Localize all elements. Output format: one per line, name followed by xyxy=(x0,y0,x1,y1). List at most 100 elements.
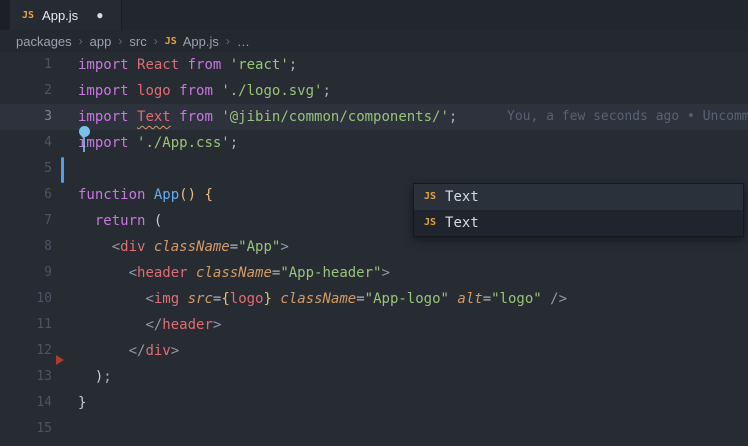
code-editor: 1 import React from 'react'; 2 import logo … xyxy=(0,52,748,446)
token-ang: < xyxy=(128,265,138,281)
javascript-file-icon: JS xyxy=(164,35,177,47)
token-pun xyxy=(78,291,145,307)
code-line[interactable]: 10 <img src={logo} className="App-logo" … xyxy=(0,286,748,312)
line-number[interactable]: 11 xyxy=(0,312,52,338)
line-number[interactable]: 2 xyxy=(0,78,52,104)
unsaved-changes-dot-icon[interactable]: ● xyxy=(96,8,103,22)
breadcrumb-item-appjs[interactable]: App.js xyxy=(183,34,219,49)
code-line[interactable]: 15 xyxy=(0,416,748,442)
tab-appjs[interactable]: JS App.js ● xyxy=(10,0,122,30)
breadcrumb-item-src[interactable]: src xyxy=(129,34,146,49)
suggest-item-text[interactable]: JS Text xyxy=(414,210,743,236)
chevron-right-icon: › xyxy=(78,34,83,48)
breadcrumb-item-packages[interactable]: packages xyxy=(16,34,72,49)
code-line[interactable]: 3 import Text from '@jibin/common/compone… xyxy=(0,104,748,130)
token-attr: className xyxy=(196,265,272,281)
breadcrumb-item-[interactable]: … xyxy=(237,34,250,49)
token-kw: from xyxy=(179,83,222,99)
code-line[interactable]: 9 <header className="App-header"> xyxy=(0,260,748,286)
code-line[interactable]: 13 ); xyxy=(0,364,748,390)
line-number[interactable]: 15 xyxy=(0,416,52,442)
token-ang: /> xyxy=(550,291,567,307)
line-number[interactable]: 1 xyxy=(0,52,52,78)
code-text: import logo from './logo.svg'; xyxy=(52,78,331,104)
text-cursor xyxy=(61,157,64,183)
code-line[interactable]: 4 import './App.css'; xyxy=(0,130,748,156)
chevron-right-icon: › xyxy=(153,34,158,48)
token-pun: ; xyxy=(229,135,239,151)
line-number[interactable]: 3 xyxy=(0,104,52,130)
token-warn: Text xyxy=(137,109,171,125)
token-pun xyxy=(78,213,95,229)
token-str: './logo.svg' xyxy=(221,83,323,99)
line-number[interactable]: 4 xyxy=(0,130,52,156)
code-line[interactable]: 12 </div> xyxy=(0,338,748,364)
collab-cursor-blue-icon xyxy=(79,126,90,137)
token-str: "App-logo" xyxy=(364,291,449,307)
line-number[interactable]: 8 xyxy=(0,234,52,260)
token-attr: src xyxy=(187,291,213,307)
breadcrumb-item-app[interactable]: app xyxy=(90,34,112,49)
collab-cursor-red-icon xyxy=(56,355,64,365)
tab-bar: JS App.js ● xyxy=(0,0,748,30)
line-number[interactable]: 13 xyxy=(0,364,52,390)
token-tag: img xyxy=(153,291,188,307)
line-number[interactable]: 12 xyxy=(0,338,52,364)
token-pun: ; xyxy=(322,83,331,99)
token-kw: from xyxy=(187,57,230,73)
token-str: '@jibin/common/components/' xyxy=(221,109,449,125)
line-number[interactable]: 7 xyxy=(0,208,52,234)
code-line[interactable]: 5 xyxy=(0,156,748,182)
code-lines: 1 import React from 'react'; 2 import logo … xyxy=(0,52,748,442)
code-text: <div className="App"> xyxy=(52,234,289,260)
javascript-file-icon: JS xyxy=(22,9,35,21)
token-ang: </ xyxy=(145,317,163,333)
code-text: import React from 'react'; xyxy=(52,52,297,78)
token-attr: alt xyxy=(457,291,483,307)
code-text: function App() { xyxy=(52,182,213,208)
token-pun xyxy=(78,369,95,385)
tab-label: App.js xyxy=(42,7,79,23)
token-tag: div xyxy=(120,239,154,255)
token-kw: import xyxy=(78,135,138,151)
token-str: 'react' xyxy=(229,57,289,73)
token-brk: { xyxy=(204,187,213,203)
line-number[interactable]: 14 xyxy=(0,390,52,416)
git-blame-annotation: You, a few seconds ago • Uncommitted cha… xyxy=(507,109,748,124)
code-line[interactable]: 14} xyxy=(0,390,748,416)
token-kw: import xyxy=(78,83,138,99)
token-id: logo xyxy=(137,83,180,99)
token-str: "App" xyxy=(238,239,281,255)
token-pun: = xyxy=(356,291,365,307)
token-tag: div xyxy=(145,343,171,359)
code-text: } xyxy=(52,390,86,416)
token-pun xyxy=(171,109,179,125)
code-line[interactable]: 11 </header> xyxy=(0,312,748,338)
token-brk: } xyxy=(263,291,272,307)
line-number[interactable]: 9 xyxy=(0,260,52,286)
token-pun: = xyxy=(229,239,239,255)
token-pun xyxy=(78,317,145,333)
token-pun: ; xyxy=(448,109,458,125)
code-text: import Text from '@jibin/common/componen… xyxy=(52,104,457,130)
token-brk: { xyxy=(221,291,230,307)
token-kw: function xyxy=(78,187,154,203)
code-text: </div> xyxy=(52,338,180,364)
chevron-right-icon: › xyxy=(225,34,230,48)
line-number[interactable]: 6 xyxy=(0,182,52,208)
code-line[interactable]: 8 <div className="App"> xyxy=(0,234,748,260)
line-number[interactable]: 5 xyxy=(0,156,52,182)
code-text: ); xyxy=(52,364,112,390)
code-line[interactable]: 2 import logo from './logo.svg'; xyxy=(0,78,748,104)
token-str: './App.css' xyxy=(137,135,230,151)
code-text: <header className="App-header"> xyxy=(52,260,390,286)
code-line[interactable]: 1 import React from 'react'; xyxy=(0,52,748,78)
suggest-item-text[interactable]: JS Text xyxy=(414,184,743,210)
token-pun: ; xyxy=(288,57,298,73)
line-number[interactable]: 10 xyxy=(0,286,52,312)
token-str: "logo" xyxy=(491,291,542,307)
token-ang: > xyxy=(280,239,289,255)
token-id: React xyxy=(137,57,188,73)
breadcrumb: packages › app › src › JS App.js ›… xyxy=(0,30,748,52)
token-brk: () xyxy=(179,187,197,203)
